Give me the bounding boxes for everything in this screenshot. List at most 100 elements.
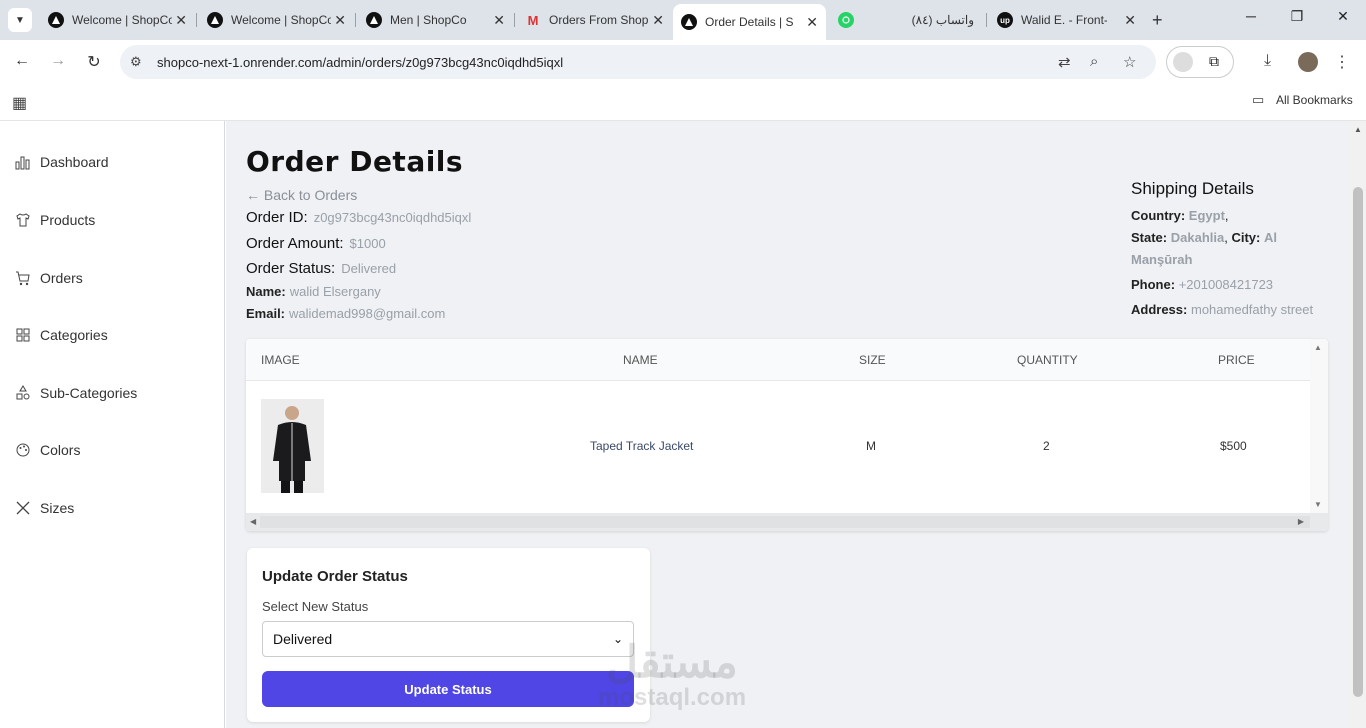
product-name: Taped Track Jacket — [590, 439, 694, 453]
extensions-pill[interactable]: ⧉ — [1166, 46, 1234, 78]
page-title: Order Details — [246, 145, 464, 178]
sidebar-item-products[interactable]: Products — [14, 211, 95, 229]
scroll-down-arrow-icon[interactable]: ▼ — [1314, 500, 1322, 509]
sidebar-item-label: Orders — [40, 270, 83, 286]
close-tab-icon[interactable]: ✕ — [175, 12, 187, 29]
shipping-address: Address: mohamedfathy street — [1131, 302, 1314, 317]
x-icon — [14, 499, 32, 517]
zoom-icon[interactable]: ⌕ — [1090, 53, 1098, 70]
shipping-country: Country: Egypt, — [1131, 208, 1229, 223]
minimize-icon[interactable]: ─ — [1236, 8, 1266, 24]
product-image — [261, 399, 324, 493]
sidebar-item-orders[interactable]: Orders — [14, 269, 83, 287]
order-id-value: z0g973bcg43nc0iqdhd5iqxl — [313, 210, 472, 225]
close-tab-icon[interactable]: ✕ — [652, 12, 664, 29]
arrow-left-icon: ← — [246, 187, 264, 203]
product-price: $500 — [1220, 439, 1247, 453]
whatsapp-icon — [838, 12, 854, 28]
close-tab-icon[interactable]: ✕ — [493, 12, 505, 29]
order-details-main: Order Details ← Back to Orders Order ID:… — [226, 121, 1350, 728]
scroll-right-arrow-icon[interactable]: ▶ — [1298, 517, 1304, 526]
close-tab-icon[interactable]: ✕ — [334, 12, 346, 29]
address-bar[interactable]: ⚙ shopco-next-1.onrender.com/admin/order… — [120, 45, 1156, 79]
extension-icon[interactable] — [1173, 52, 1193, 72]
sidebar-item-sub-categories[interactable]: Sub-Categories — [14, 384, 137, 402]
column-header-name: NAME — [623, 353, 658, 367]
menu-dots-icon[interactable]: ⋮ — [1334, 52, 1350, 72]
translate-icon[interactable]: ⇄ — [1058, 53, 1071, 71]
page-scrollbar[interactable]: ▲ — [1350, 121, 1366, 728]
customer-name-value: walid Elsergany — [289, 284, 381, 299]
column-header-image: IMAGE — [261, 353, 300, 367]
back-arrow-icon[interactable]: ← — [10, 52, 34, 70]
browser-tab[interactable]: Welcome | ShopCo ✕ — [40, 6, 195, 34]
browser-tab[interactable]: (٨٤) واتساب — [830, 6, 985, 34]
column-header-price: PRICE — [1218, 353, 1255, 367]
folder-icon: ▭ — [1252, 92, 1265, 107]
update-status-title: Update Order Status — [262, 568, 408, 585]
watermark: مستقل mostaql.com — [598, 638, 747, 711]
browser-tab[interactable]: Welcome | ShopCo ✕ — [199, 6, 354, 34]
order-id-row: Order ID: z0g973bcg43nc0iqdhd5iqxl — [246, 209, 472, 226]
shipping-title: Shipping Details — [1131, 179, 1254, 198]
table-vertical-scrollbar[interactable]: ▲ ▼ — [1310, 339, 1328, 513]
sidebar-item-label: Sizes — [40, 500, 75, 516]
gmail-icon: M — [527, 12, 539, 28]
bookmark-star-icon[interactable]: ☆ — [1123, 53, 1136, 71]
update-status-card: Update Order Status Select New Status De… — [247, 548, 650, 722]
page-scrollbar-thumb[interactable] — [1353, 187, 1363, 697]
scroll-up-arrow-icon[interactable]: ▲ — [1354, 125, 1362, 134]
tab-search-button[interactable]: ▼ — [8, 8, 32, 32]
scroll-up-arrow-icon[interactable]: ▲ — [1314, 343, 1322, 352]
new-tab-icon[interactable]: + — [1152, 10, 1163, 31]
shapes-icon — [14, 384, 32, 402]
shipping-phone: Phone: +201008421723 — [1131, 277, 1274, 292]
browser-tab[interactable]: Men | ShopCo ✕ — [358, 6, 513, 34]
order-items-table: IMAGE NAME SIZE QUANTITY PRICE Taped Tra… — [246, 339, 1328, 531]
update-status-button[interactable]: Update Status — [262, 671, 634, 707]
sidebar-item-colors[interactable]: Colors — [14, 441, 80, 459]
download-icon[interactable]: ⤓ — [1264, 52, 1271, 70]
profile-avatar[interactable] — [1298, 52, 1318, 72]
bookmarks-bar: ▦ ▭ All Bookmarks — [0, 85, 1366, 121]
sidebar-item-categories[interactable]: Categories — [14, 326, 108, 344]
restore-icon[interactable]: ❐ — [1282, 8, 1312, 25]
table-horizontal-scrollbar[interactable]: ◀ ▶ — [246, 513, 1328, 531]
apps-grid-icon[interactable]: ▦ — [12, 93, 27, 113]
customer-name-row: Name: walid Elsergany — [246, 284, 381, 299]
browser-tab[interactable]: M Orders From ShopCo ✕ — [517, 6, 672, 34]
scrollbar-thumb[interactable] — [260, 516, 1310, 528]
site-settings-icon[interactable]: ⚙ — [130, 54, 142, 70]
shipping-state-city: State: Dakahlia, City: Al Manşūrah — [1131, 230, 1277, 267]
upwork-icon: up — [997, 12, 1013, 28]
reload-icon[interactable]: ↻ — [82, 52, 106, 72]
browser-toolbar: ← → ↻ ⚙ shopco-next-1.onrender.com/admin… — [0, 40, 1366, 85]
shirt-icon — [14, 211, 32, 229]
cart-icon — [14, 269, 32, 287]
close-tab-icon[interactable]: ✕ — [1124, 12, 1136, 29]
product-size: M — [866, 439, 876, 453]
close-window-icon[interactable]: ✕ — [1328, 8, 1358, 25]
back-to-orders-link[interactable]: ← Back to Orders — [246, 187, 357, 203]
sidebar-item-sizes[interactable]: Sizes — [14, 499, 74, 517]
status-select[interactable]: Delivered ⌄ — [262, 621, 634, 657]
all-bookmarks-link[interactable]: All Bookmarks — [1276, 93, 1353, 107]
sidebar-item-label: Sub-Categories — [40, 385, 138, 401]
sidebar-item-dashboard[interactable]: Dashboard — [14, 153, 109, 171]
browser-tab-active[interactable]: Order Details | ShopCo ✕ — [673, 4, 826, 40]
order-status-row: Order Status: Delivered — [246, 260, 397, 277]
sidebar-item-label: Products — [40, 212, 96, 228]
nextjs-icon — [207, 12, 223, 28]
product-quantity: 2 — [1043, 439, 1050, 453]
forward-arrow-icon[interactable]: → — [46, 52, 70, 70]
url-text[interactable]: shopco-next-1.onrender.com/admin/orders/… — [157, 55, 563, 70]
puzzle-icon[interactable]: ⧉ — [1209, 53, 1219, 70]
browser-tab[interactable]: up Walid E. - Front- ✕ — [989, 6, 1144, 34]
scroll-left-arrow-icon[interactable]: ◀ — [250, 517, 256, 526]
nextjs-icon — [681, 14, 697, 30]
customer-email-value: walidemad998@gmail.com — [289, 306, 446, 321]
bar-chart-icon — [14, 153, 32, 171]
close-tab-icon[interactable]: ✕ — [806, 14, 818, 31]
shipping-details: Shipping Details Country: Egypt, State: … — [1131, 179, 1341, 321]
status-select-value: Delivered — [273, 631, 333, 647]
